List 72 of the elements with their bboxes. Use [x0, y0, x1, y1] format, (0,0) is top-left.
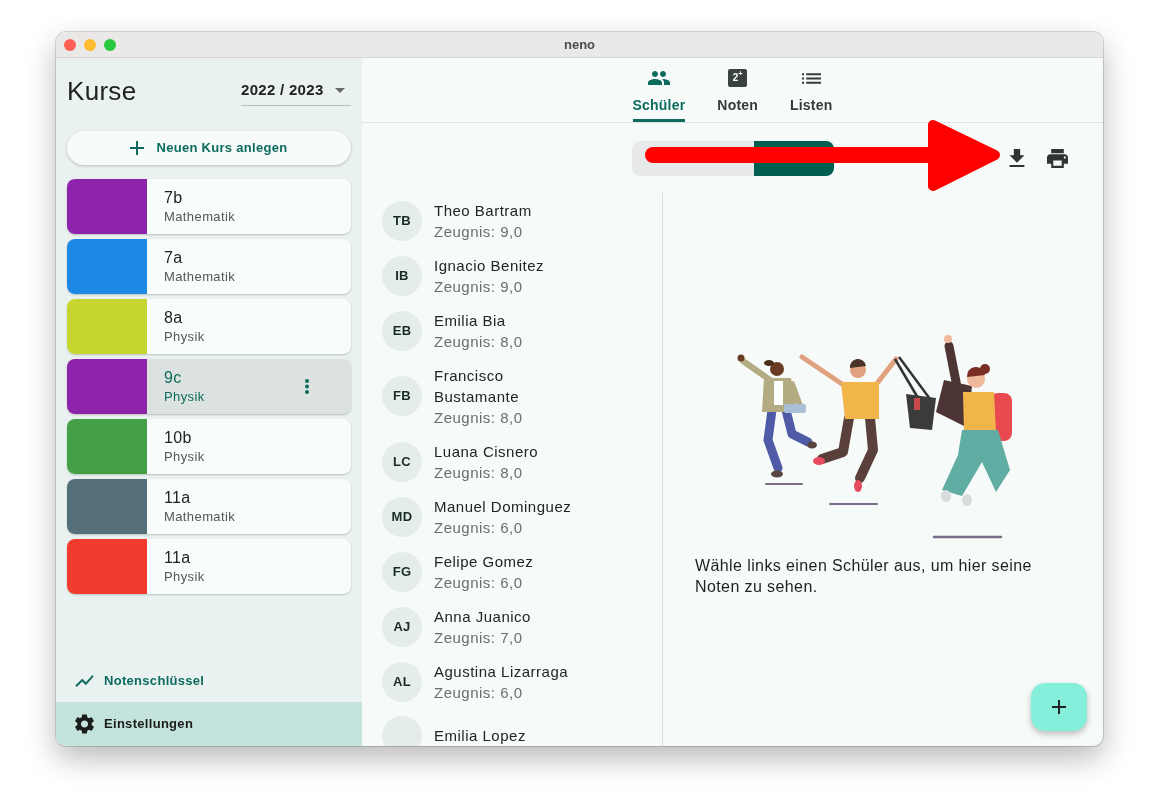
student-name[interactable]: Luana Cisnero: [434, 440, 582, 462]
tab[interactable]: Listen: [774, 58, 849, 122]
student-grade: Zeugnis: 6,0: [434, 682, 524, 703]
course-subject: Mathematik: [164, 507, 236, 526]
more-options-icon[interactable]: [305, 379, 309, 394]
course-subject: Physik: [164, 387, 205, 406]
student-grade: Zeugnis: 9,0: [434, 221, 524, 242]
student-grade: Zeugnis: 8,0: [434, 407, 524, 428]
course-card[interactable]: 7b Mathematik: [67, 179, 351, 234]
student-name[interactable]: Francisco Bustamante: [434, 364, 582, 407]
course-name: 9c: [164, 367, 183, 388]
student-name[interactable]: Felipe Gomez: [434, 550, 582, 572]
student-name[interactable]: Emilia Lopez: [434, 725, 582, 746]
initials-avatar: MD: [382, 496, 422, 537]
student-name[interactable]: Anna Juanico: [434, 605, 582, 627]
student-name[interactable]: Agustina Lizarraga: [434, 660, 582, 682]
download-icon[interactable]: [1008, 149, 1026, 167]
tab[interactable]: Schüler: [616, 58, 702, 122]
people-icon: [647, 71, 670, 85]
window-title: neno: [563, 36, 596, 53]
course-subject: Physik: [164, 567, 205, 586]
course-name: 7b: [164, 187, 184, 208]
initials-avatar: AL: [382, 661, 422, 702]
student-name[interactable]: Emilia Bia: [434, 309, 582, 331]
plus-icon: [1052, 700, 1066, 714]
course-name: 11a: [164, 487, 192, 508]
course-subject: Mathematik: [164, 207, 236, 226]
student-grade: Zeugnis: 8,0: [434, 331, 524, 352]
student-grade: Zeugnis: 7,0: [434, 627, 524, 648]
course-card[interactable]: 11a Mathematik: [67, 479, 351, 534]
initials-avatar: TB: [382, 200, 422, 241]
initials-avatar: LC: [382, 441, 422, 482]
course-subject: Mathematik: [164, 267, 236, 286]
empty-state-message: Wähle links einen Schüler aus, um hier seine Noten zu sehen.: [695, 556, 1033, 597]
caret-icon: [335, 88, 345, 93]
course-name: 7a: [164, 247, 184, 268]
initials-avatar: FB: [382, 376, 422, 416]
initials-avatar: EB: [382, 310, 422, 351]
course-subject: Physik: [164, 327, 205, 346]
course-card[interactable]: 9c Physik: [67, 359, 351, 414]
settings-icon: [75, 714, 94, 734]
list-icon: [801, 72, 821, 84]
line-chart-icon: [75, 675, 94, 687]
course-name: 11a: [164, 547, 192, 568]
sidebar-nav-item[interactable]: Notenschlüssel: [56, 660, 362, 702]
student-grade: Zeugnis: 6,0: [434, 572, 524, 593]
grade-tile-icon: 2$^{+}$: [728, 69, 748, 87]
year-dropdown[interactable]: 2022 / 2023: [241, 76, 351, 106]
course-card[interactable]: 7a Mathematik: [67, 239, 351, 294]
student-grade: Zeugnis: 8,0: [434, 462, 524, 483]
initials-avatar: FG: [382, 551, 422, 592]
course-subject: Physik: [164, 447, 205, 466]
close-window-button[interactable]: [64, 38, 76, 51]
student-name[interactable]: Manuel Dominguez: [434, 495, 582, 517]
course-card[interactable]: 8a Physik: [67, 299, 351, 354]
initials-avatar: [382, 715, 422, 746]
initials-avatar: IB: [382, 255, 422, 296]
plus-icon: [130, 141, 145, 155]
student-grade: Zeugnis: 9,0: [434, 276, 524, 297]
student-grade: Zeugnis: 6,0: [434, 517, 524, 538]
student-name[interactable]: Ignacio Benitez: [434, 254, 582, 276]
print-icon[interactable]: [1047, 148, 1068, 168]
new-course-button[interactable]: Neuen Kurs anlegen: [67, 131, 351, 165]
sidebar-title: Kurse: [67, 75, 137, 107]
tab[interactable]: 2$^{+}$ Noten: [701, 58, 774, 122]
course-card[interactable]: 11a Physik: [67, 539, 351, 594]
student-name[interactable]: Theo Bartram: [434, 199, 582, 221]
course-name: 10b: [164, 427, 193, 448]
initials-avatar: AJ: [382, 606, 422, 647]
course-card[interactable]: 10b Physik: [67, 419, 351, 474]
course-name: 8a: [164, 307, 184, 328]
sidebar-nav-item[interactable]: Einstellungen: [56, 702, 362, 746]
